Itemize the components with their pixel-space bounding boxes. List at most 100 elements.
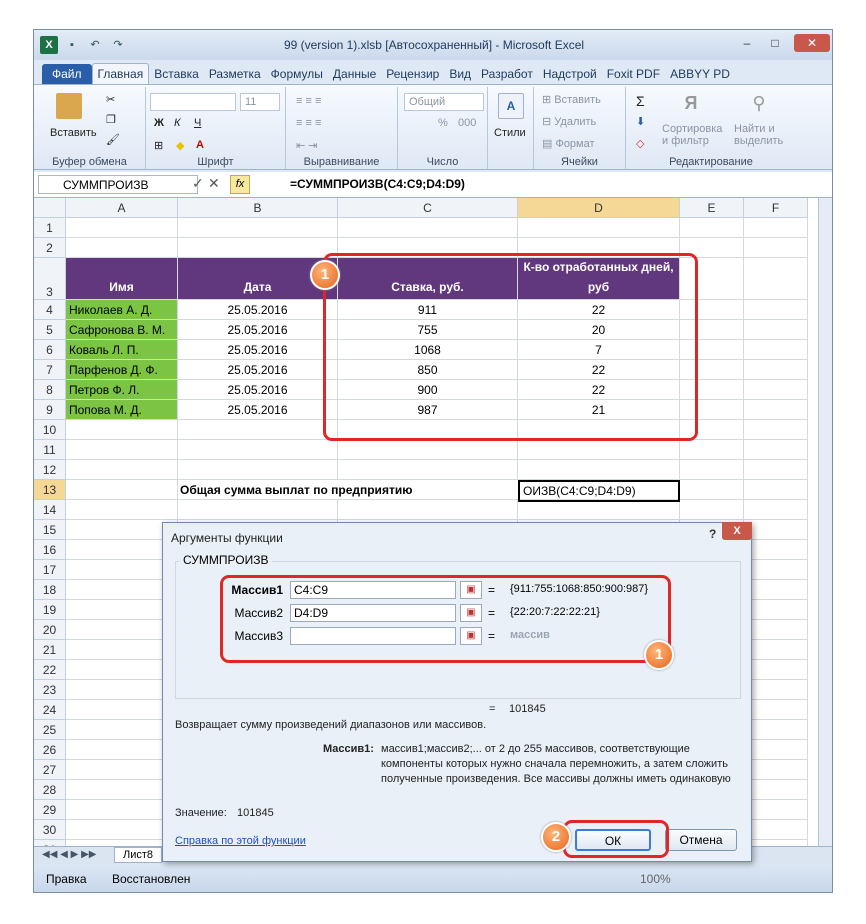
grid-cell[interactable] — [744, 660, 808, 680]
underline-button[interactable]: Ч — [194, 117, 201, 129]
total-label-cell[interactable]: Общая сумма выплат по предприятию — [178, 480, 518, 500]
grid-cell[interactable] — [744, 238, 808, 258]
grid-cell[interactable] — [518, 500, 680, 520]
row-header-5[interactable]: 5 — [34, 320, 66, 340]
grid-cell[interactable] — [744, 360, 808, 380]
table-data-cell[interactable]: 25.05.2016 — [178, 320, 338, 340]
select-all-corner[interactable] — [34, 198, 66, 218]
insert-function-button[interactable]: fx — [230, 175, 250, 194]
grid-cell[interactable] — [744, 560, 808, 580]
percent-button[interactable]: % — [438, 117, 448, 129]
borders-icon[interactable]: ⊞ — [154, 139, 163, 152]
table-data-cell[interactable]: Коваль Л. П. — [66, 340, 178, 360]
grid-cell[interactable] — [744, 380, 808, 400]
number-format-select[interactable]: Общий — [404, 93, 484, 111]
grid-cell[interactable] — [178, 500, 338, 520]
row-header-16[interactable]: 16 — [34, 540, 66, 560]
grid-cell[interactable] — [66, 218, 178, 238]
grid-cell[interactable] — [744, 580, 808, 600]
grid-cell[interactable] — [744, 640, 808, 660]
tab-home[interactable]: Главная — [91, 63, 150, 84]
fill-icon[interactable]: ⬇ — [636, 115, 645, 128]
delete-cells-button[interactable]: ⊟ Удалить — [542, 115, 596, 128]
column-header-a[interactable]: A — [66, 198, 178, 218]
excel-logo-icon[interactable]: X — [40, 36, 58, 54]
grid-cell[interactable] — [66, 480, 178, 500]
grid-cell[interactable] — [744, 300, 808, 320]
row-header-4[interactable]: 4 — [34, 300, 66, 320]
bold-button[interactable]: Ж — [154, 117, 164, 129]
grid-cell[interactable] — [744, 460, 808, 480]
table-data-cell[interactable]: 25.05.2016 — [178, 360, 338, 380]
grid-cell[interactable] — [66, 420, 178, 440]
cut-icon[interactable]: ✂ — [106, 93, 115, 106]
row-header-11[interactable]: 11 — [34, 440, 66, 460]
row-header-6[interactable]: 6 — [34, 340, 66, 360]
column-header-b[interactable]: B — [178, 198, 338, 218]
paste-button[interactable]: Вставить — [50, 127, 97, 139]
grid-cell[interactable] — [680, 460, 744, 480]
grid-cell[interactable] — [178, 460, 338, 480]
grid-cell[interactable] — [66, 238, 178, 258]
row-header-15[interactable]: 15 — [34, 520, 66, 540]
total-formula-cell[interactable]: ОИЗВ(C4:C9;D4:D9) — [518, 480, 680, 502]
row-header-21[interactable]: 21 — [34, 640, 66, 660]
align-top-icon[interactable]: ≡ ≡ ≡ — [296, 95, 321, 107]
find-select-button[interactable]: Найти и выделить — [734, 123, 783, 147]
row-header-30[interactable]: 30 — [34, 820, 66, 840]
row-header-19[interactable]: 19 — [34, 600, 66, 620]
row-header-27[interactable]: 27 — [34, 760, 66, 780]
grid-cell[interactable] — [744, 258, 808, 300]
tab-file[interactable]: Файл — [42, 64, 92, 84]
grid-cell[interactable] — [744, 760, 808, 780]
zoom-level[interactable]: 100% — [640, 872, 671, 886]
grid-cell[interactable] — [744, 500, 808, 520]
grid-cell[interactable] — [338, 500, 518, 520]
row-header-7[interactable]: 7 — [34, 360, 66, 380]
row-header-18[interactable]: 18 — [34, 580, 66, 600]
table-data-cell[interactable]: Петров Ф. Л. — [66, 380, 178, 400]
grid-cell[interactable] — [66, 500, 178, 520]
indent-icon[interactable]: ⇤ ⇥ — [296, 139, 318, 152]
row-header-9[interactable]: 9 — [34, 400, 66, 420]
tab-foxit[interactable]: Foxit PDF — [602, 64, 665, 84]
font-name-select[interactable] — [150, 93, 236, 111]
table-header-cell[interactable]: Имя — [66, 258, 178, 300]
row-header-10[interactable]: 10 — [34, 420, 66, 440]
grid-cell[interactable] — [338, 440, 518, 460]
grid-cell[interactable] — [178, 440, 338, 460]
tab-formulas[interactable]: Формулы — [266, 64, 328, 84]
row-header-28[interactable]: 28 — [34, 780, 66, 800]
row-header-23[interactable]: 23 — [34, 680, 66, 700]
tab-view[interactable]: Вид — [444, 64, 476, 84]
row-header-1[interactable]: 1 — [34, 218, 66, 238]
name-box[interactable]: СУММПРОИЗВ — [38, 175, 198, 194]
row-header-22[interactable]: 22 — [34, 660, 66, 680]
row-header-12[interactable]: 12 — [34, 460, 66, 480]
grid-cell[interactable] — [744, 720, 808, 740]
dialog-close-icon[interactable]: X — [722, 522, 752, 540]
grid-cell[interactable] — [178, 238, 338, 258]
cancel-icon[interactable]: ✕ — [208, 175, 220, 192]
table-data-cell[interactable]: 25.05.2016 — [178, 300, 338, 320]
tab-page-layout[interactable]: Разметка — [204, 64, 266, 84]
copy-icon[interactable]: ❐ — [106, 113, 116, 126]
undo-icon[interactable]: ↶ — [86, 36, 104, 54]
grid-cell[interactable] — [744, 800, 808, 820]
grid-cell[interactable] — [744, 680, 808, 700]
column-header-c[interactable]: C — [338, 198, 518, 218]
grid-cell[interactable] — [66, 460, 178, 480]
minimize-button[interactable]: – — [734, 34, 760, 52]
styles-button[interactable]: Стили — [494, 127, 526, 139]
insert-cells-button[interactable]: ⊞ Вставить — [542, 93, 601, 106]
grid-cell[interactable] — [744, 520, 808, 540]
clear-icon[interactable]: ◇ — [636, 137, 644, 150]
grid-cell[interactable] — [744, 420, 808, 440]
table-data-cell[interactable]: Сафронова В. М. — [66, 320, 178, 340]
font-size-select[interactable]: 11 — [240, 93, 280, 111]
table-data-cell[interactable]: 25.05.2016 — [178, 340, 338, 360]
grid-cell[interactable] — [744, 340, 808, 360]
sort-filter-button[interactable]: Сортировка и фильтр — [662, 123, 722, 147]
grid-cell[interactable] — [680, 440, 744, 460]
grid-cell[interactable] — [178, 420, 338, 440]
